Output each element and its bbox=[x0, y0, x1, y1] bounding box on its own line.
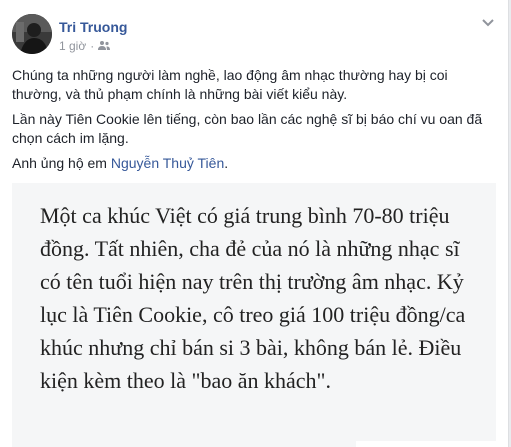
friends-icon[interactable] bbox=[98, 39, 111, 53]
profile-photo bbox=[12, 14, 52, 54]
paragraph-text: Anh ủng hộ em bbox=[12, 155, 111, 171]
post-paragraph: Chúng ta những người làm nghề, lao động … bbox=[12, 67, 448, 102]
post-paragraph: Lần này Tiên Cookie lên tiếng, còn bao l… bbox=[12, 111, 483, 146]
mention-link[interactable]: Nguyễn Thuỷ Tiên bbox=[111, 155, 224, 171]
post-body: Chúng ta những người làm nghề, lao động … bbox=[12, 66, 496, 179]
separator-dot: · bbox=[90, 39, 95, 53]
post-paragraph: Anh ủng hộ em Nguyễn Thuỷ Tiên. bbox=[12, 154, 496, 173]
quoted-article-text: Một ca khúc Việt có giá trung bình 70-80… bbox=[40, 203, 466, 393]
post-meta: 1 giờ · bbox=[59, 39, 111, 53]
paragraph-text: . bbox=[224, 155, 229, 171]
author-name[interactable]: Tri Truong bbox=[59, 19, 127, 35]
image-edge bbox=[356, 441, 496, 447]
attached-image[interactable]: Một ca khúc Việt có giá trung bình 70-80… bbox=[12, 183, 496, 447]
avatar[interactable] bbox=[12, 14, 52, 54]
post-card: Tri Truong 1 giờ · Chúng ta những người … bbox=[0, 0, 509, 447]
post-time[interactable]: 1 giờ bbox=[59, 39, 86, 53]
more-options-icon[interactable] bbox=[480, 16, 496, 28]
